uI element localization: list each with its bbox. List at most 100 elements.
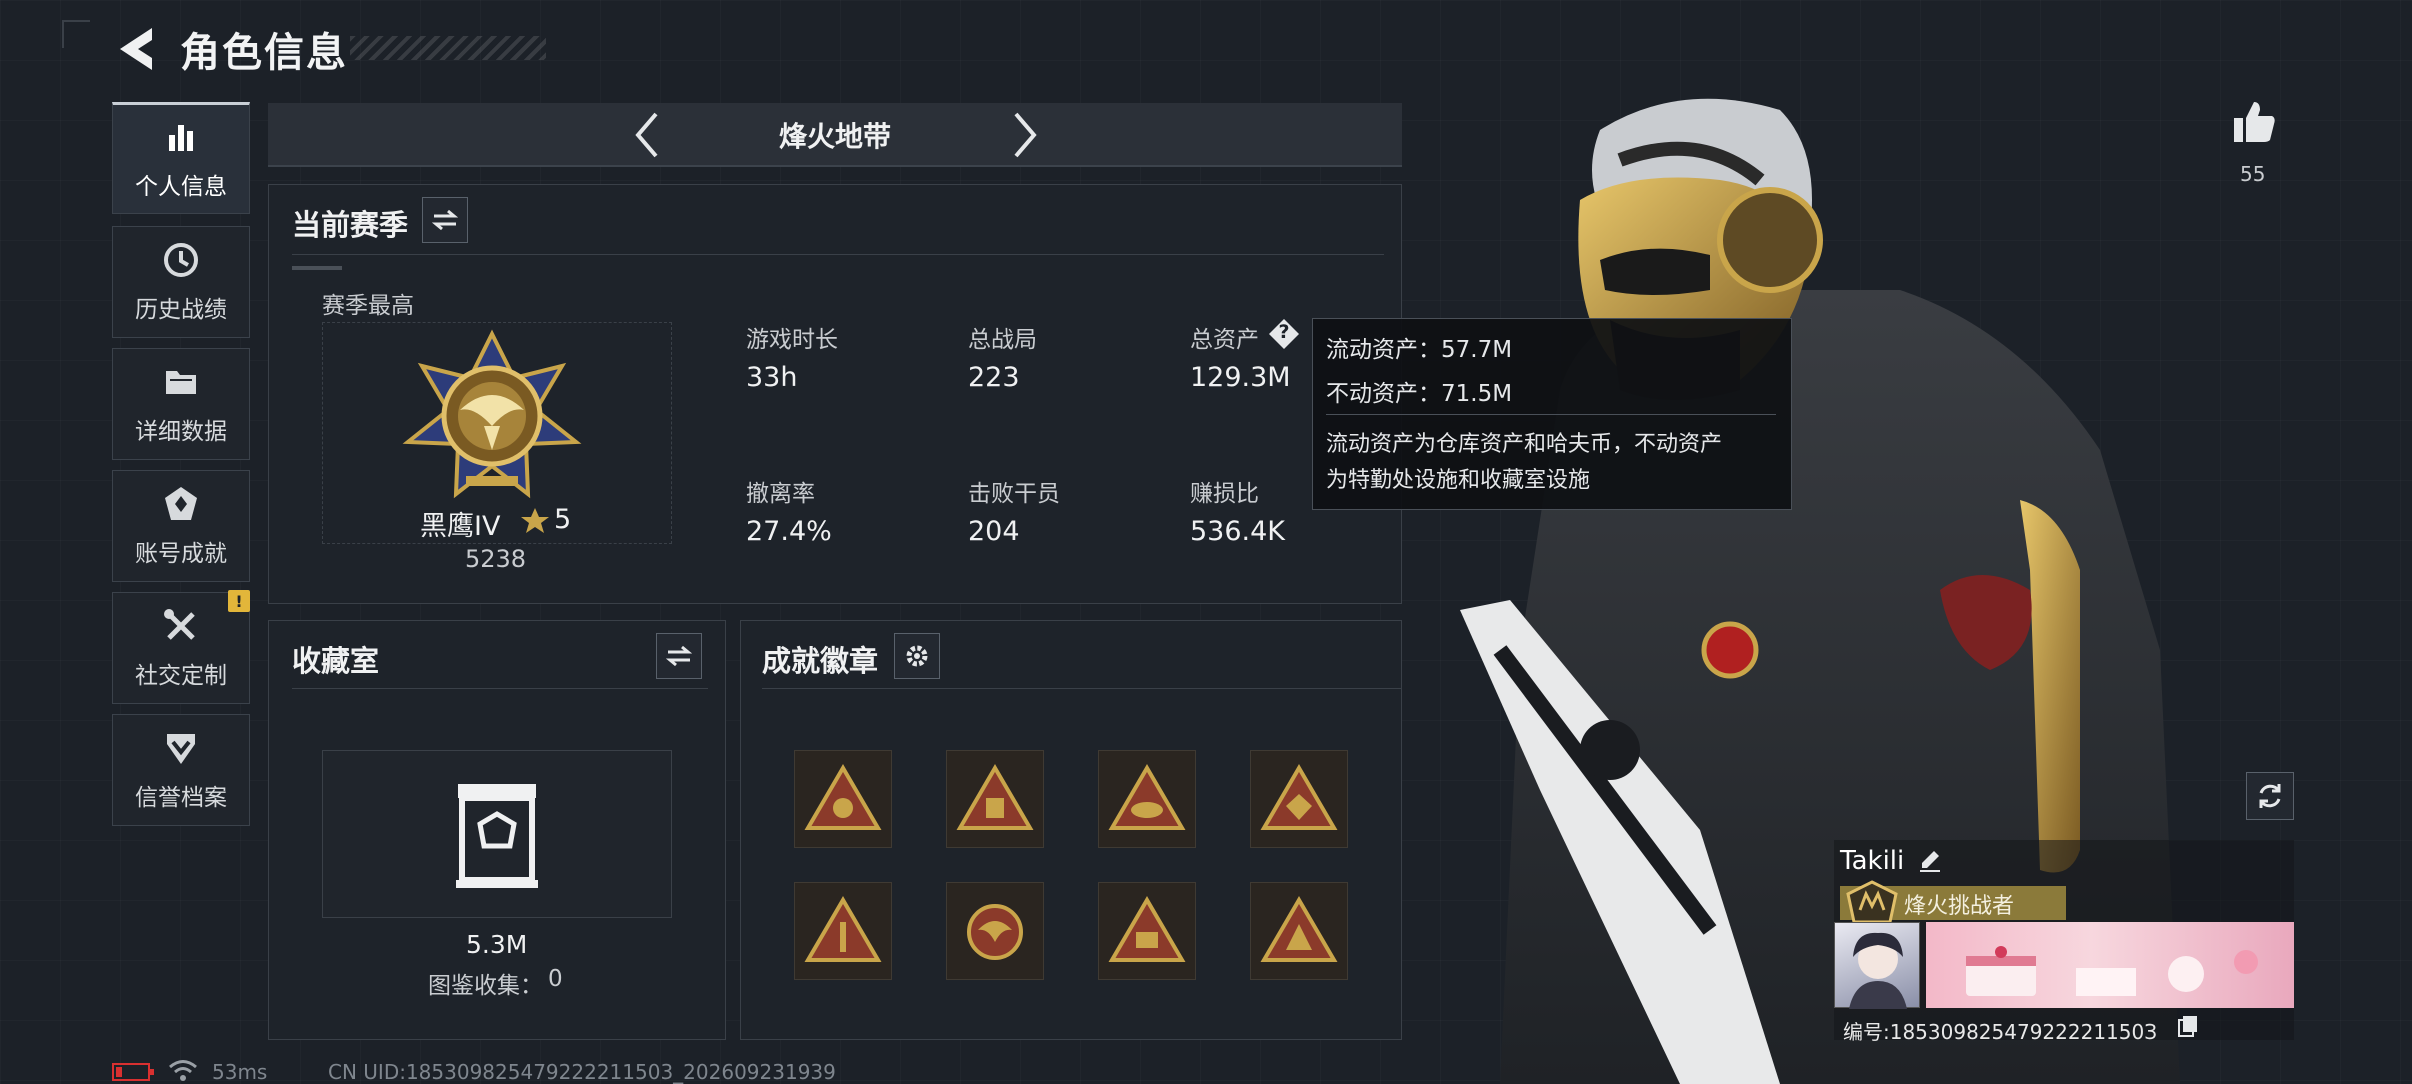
title-emblem-icon (1846, 880, 1898, 924)
player-name: Takili (1840, 846, 1905, 876)
collection-value: 5.3M (466, 930, 528, 959)
sidebar-item-personal-info[interactable]: 个人信息 (112, 102, 250, 214)
badge-icon (967, 904, 1023, 960)
stat-value-profit-ratio: 536.4K (1190, 516, 1286, 547)
corner-mark (62, 20, 90, 48)
rank-score: 5238 (465, 545, 527, 573)
wifi-icon (169, 1060, 197, 1081)
player-title: 烽火挑战者 (1904, 894, 2015, 919)
next-mode-button[interactable] (1004, 108, 1044, 162)
battery-low-icon (112, 1063, 154, 1081)
achievement-badge[interactable] (1098, 750, 1196, 848)
collection-room-title: 收藏室 (292, 644, 380, 678)
history-icon (164, 243, 198, 277)
badge-settings-button[interactable] (894, 633, 940, 679)
achievement-badge[interactable] (1098, 882, 1196, 980)
rank-name: 黑鹰IV (420, 511, 501, 542)
divider (292, 688, 708, 689)
sidebar-item-label: 信誉档案 (135, 785, 227, 811)
edit-name-button[interactable] (1916, 846, 1944, 874)
stat-label-total-assets: 总资产 (1190, 327, 1259, 353)
refresh-button[interactable] (2246, 772, 2294, 820)
chevron-right-icon (1014, 112, 1037, 158)
tooltip-fixed-assets: 不动资产：71.5M (1326, 381, 1513, 407)
divider (762, 688, 1402, 689)
stat-value-total-matches: 223 (968, 362, 1020, 393)
achievement-badges-title: 成就徽章 (762, 644, 879, 678)
badge-icon (1108, 896, 1186, 962)
page-title: 角色信息 (180, 30, 348, 76)
like-button[interactable] (2230, 98, 2278, 146)
sidebar-item-label: 社交定制 (135, 663, 227, 689)
gear-icon (906, 645, 928, 667)
back-arrow-icon (120, 28, 152, 70)
rank-stars: 5 (554, 504, 572, 535)
refresh-icon (2259, 784, 2281, 808)
stat-label-total-matches: 总战局 (968, 327, 1037, 353)
switch-collection-button[interactable] (656, 633, 702, 679)
switch-season-button[interactable] (422, 197, 468, 243)
badge-icon (1260, 764, 1338, 830)
stat-value-operators-defeated: 204 (968, 516, 1020, 547)
profile-banner[interactable] (1926, 922, 2294, 1008)
pencil-icon (1920, 851, 1940, 872)
like-count: 55 (2240, 162, 2266, 186)
avatar-portrait-icon (1849, 932, 1907, 1009)
tooltip-divider (1326, 414, 1776, 415)
badge-icon (804, 896, 882, 962)
chevron-left-icon (635, 112, 658, 158)
stat-label-playtime: 游戏时长 (746, 327, 838, 353)
badge-icon (956, 764, 1034, 830)
badge-icon (1108, 764, 1186, 830)
badge-icon (1260, 896, 1338, 962)
codex-count: 0 (548, 966, 563, 992)
sidebar-item-label: 账号成就 (135, 541, 227, 567)
player-id: 编号:18530982547922221150З (1843, 1020, 2158, 1044)
sidebar-item-reputation[interactable]: 信誉档案 (112, 714, 250, 826)
achievement-badge[interactable] (946, 750, 1044, 848)
tooltip-note-line-1: 流动资产为仓库资产和哈夫币，不动资产 (1326, 432, 1723, 457)
sidebar-item-label: 详细数据 (135, 419, 227, 445)
player-avatar[interactable] (1834, 922, 1920, 1009)
badge-icon (804, 764, 882, 830)
assets-info-button[interactable]: ? (1268, 318, 1300, 350)
copy-id-button[interactable] (2176, 1014, 2200, 1038)
stat-label-operators-defeated: 击败干员 (968, 481, 1060, 507)
mode-title: 烽火地带 (778, 120, 891, 153)
sidebar-item-label: 历史战绩 (135, 297, 227, 323)
bar-chart-icon (169, 125, 193, 151)
tools-icon (164, 609, 195, 640)
achievement-badge[interactable] (946, 882, 1044, 980)
achievement-badge[interactable] (794, 750, 892, 848)
codex-label: 图鉴收集： (428, 973, 543, 999)
player-uid: CN UID:185309825479222211503_20260923193… (328, 1060, 836, 1084)
network-ping: 53ms (212, 1060, 268, 1084)
tooltip-liquid-assets: 流动资产：57.7M (1326, 337, 1513, 363)
divider (292, 254, 1384, 255)
display-case-icon (456, 784, 538, 888)
info-mark: ? (1278, 321, 1290, 343)
alert-badge: ! (228, 590, 250, 612)
current-season-title: 当前赛季 (292, 208, 409, 242)
swap-icon (666, 645, 692, 667)
thumbs-up-icon (2234, 102, 2275, 142)
sidebar-item-achievements[interactable]: 账号成就 (112, 470, 250, 582)
achievement-icon (165, 487, 197, 520)
back-button[interactable] (112, 22, 160, 76)
achievement-badge[interactable] (1250, 750, 1348, 848)
swap-icon (432, 209, 458, 231)
sidebar-item-history[interactable]: 历史战绩 (112, 226, 250, 338)
achievement-badge[interactable] (794, 882, 892, 980)
title-decoration (350, 36, 546, 60)
stat-value-total-assets: 129.3M (1190, 362, 1291, 393)
sidebar-item-detailed-data[interactable]: 详细数据 (112, 348, 250, 460)
sidebar-item-label: 个人信息 (135, 174, 227, 200)
achievement-badge[interactable] (1250, 882, 1348, 980)
prev-mode-button[interactable] (628, 108, 668, 162)
stat-value-playtime: 33h (746, 362, 798, 393)
stat-label-extraction-rate: 撤离率 (746, 481, 815, 507)
star-icon (521, 508, 549, 533)
folder-icon (166, 371, 196, 394)
rank-emblem-icon (402, 329, 582, 499)
tooltip-note-line-2: 为特勤处设施和收藏室设施 (1326, 468, 1591, 493)
